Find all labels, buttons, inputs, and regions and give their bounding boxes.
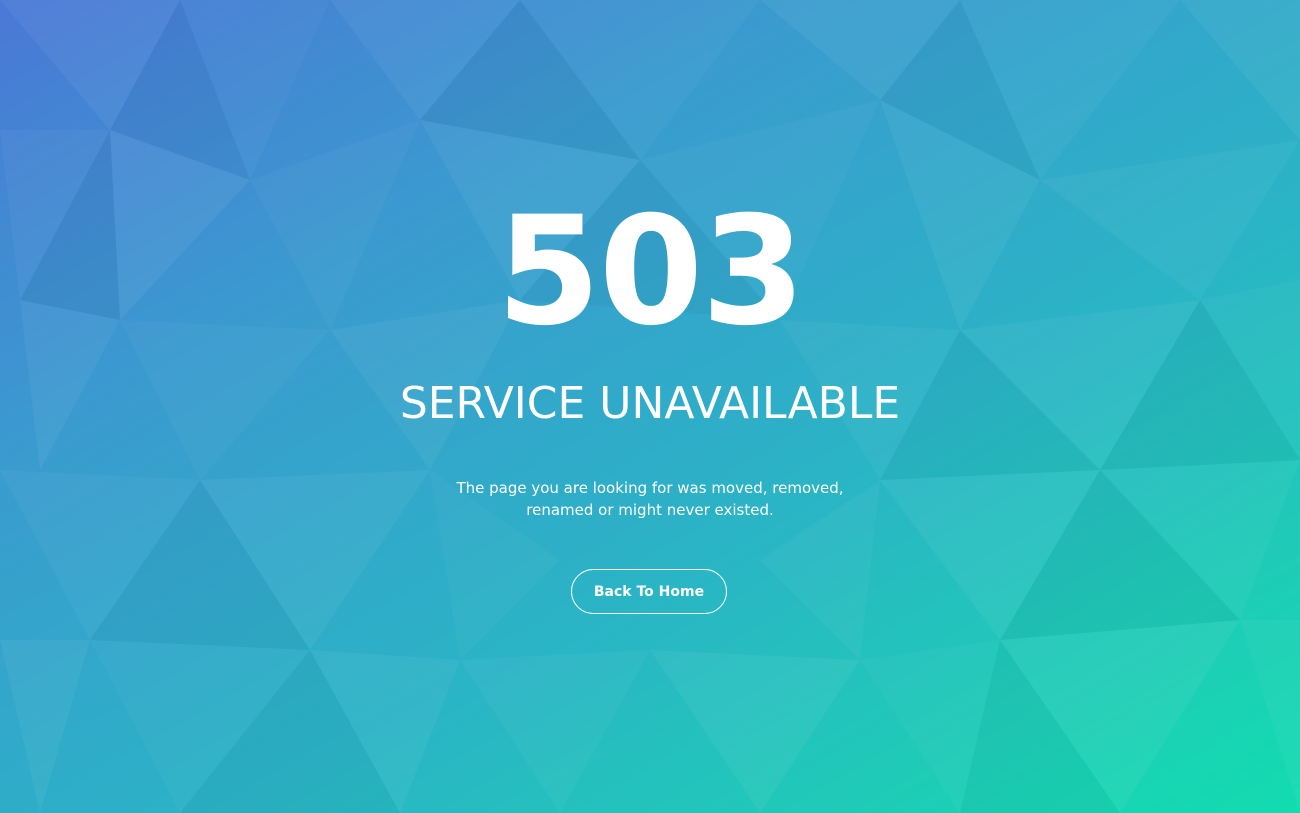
error-title: SERVICE UNAVAILABLE [399, 378, 901, 429]
error-message: The page you are looking for was moved, … [0, 477, 1300, 521]
error-message-line-2: renamed or might never existed. [526, 501, 774, 519]
error-code: 503 [496, 185, 805, 359]
error-message-line-1: The page you are looking for was moved, … [456, 479, 844, 497]
error-page-content: 503 SERVICE UNAVAILABLE The page you are… [0, 0, 1300, 813]
back-to-home-button[interactable]: Back To Home [571, 569, 727, 614]
